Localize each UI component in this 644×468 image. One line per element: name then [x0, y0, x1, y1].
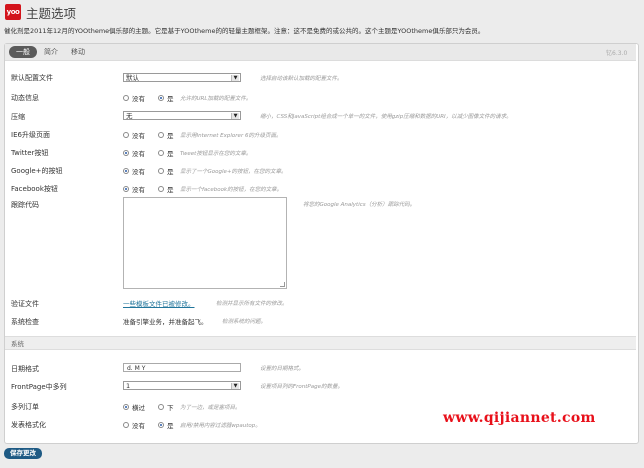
verify-files-help: 检测并显示所有文件的修改。	[216, 301, 288, 307]
facebook-button-label: Facebook按钮	[11, 185, 58, 193]
compression-help: 缩小，CSS和JavaScript组合成一个单一的文件，使用gzip压缩和数据的…	[260, 114, 512, 120]
dynamic-style-options: 没有 是	[123, 93, 174, 103]
frontpage-columns-label: FrontPage中多列	[11, 383, 67, 391]
googleplus-button-label: Google+的按钮	[11, 167, 63, 175]
post-format-label: 发表格式化	[11, 421, 46, 429]
facebook-yes-label: 是	[167, 186, 174, 194]
post-format-yes-radio[interactable]	[158, 422, 164, 428]
intro-text: 催化剂是2011年12月的YOOtheme俱乐部的主题。它是基于YOOtheme…	[4, 27, 485, 35]
date-format-help: 设置的日期格式。	[260, 366, 305, 372]
compression-value: 无	[126, 112, 133, 120]
default-profile-select[interactable]: 默认 ▼	[123, 73, 241, 82]
googleplus-button-options: 没有 是	[123, 166, 174, 176]
facebook-yes-radio[interactable]	[158, 186, 164, 192]
googleplus-button-help: 显示了一个Google+的按钮，在您的文章。	[180, 169, 287, 175]
dynamic-style-yes-radio[interactable]	[158, 95, 164, 101]
dynamic-style-no-radio[interactable]	[123, 95, 129, 101]
order-down-label: 下	[167, 404, 174, 412]
default-profile-help: 选择启动该默认加载的配置文件。	[260, 76, 343, 82]
site-watermark: www.qijiannet.com	[443, 410, 596, 426]
frontpage-columns-select[interactable]: 1 ▼	[123, 381, 241, 390]
tab-general[interactable]: 一般	[9, 46, 37, 58]
facebook-button-options: 没有 是	[123, 184, 174, 194]
system-check-label: 系统检查	[11, 318, 39, 326]
compression-select[interactable]: 无 ▼	[123, 111, 241, 120]
order-down-radio[interactable]	[158, 404, 164, 410]
system-section-label: 系统	[11, 340, 24, 348]
dynamic-style-yes-label: 是	[167, 95, 174, 103]
post-format-no-label: 没有	[132, 422, 145, 430]
ie6-page-no-label: 没有	[132, 132, 145, 140]
googleplus-no-label: 没有	[132, 168, 145, 176]
chevron-down-icon: ▼	[231, 75, 239, 81]
page-title: 主题选项	[26, 6, 77, 21]
frontpage-columns-help: 设置项目列的FrontPage的数量。	[260, 384, 343, 390]
save-changes-button[interactable]: 保存更改	[4, 448, 42, 459]
chevron-down-icon: ▼	[231, 383, 239, 389]
tab-profiles[interactable]: 简介	[37, 46, 65, 58]
frontpage-columns-value: 1	[126, 382, 131, 390]
ie6-page-no-radio[interactable]	[123, 132, 129, 138]
twitter-no-radio[interactable]	[123, 150, 129, 156]
logo: yoo	[5, 4, 21, 20]
facebook-no-radio[interactable]	[123, 186, 129, 192]
ie6-page-options: 没有 是	[123, 130, 174, 140]
tracking-code-textarea[interactable]	[123, 197, 287, 289]
system-section-bar	[5, 336, 636, 350]
twitter-yes-radio[interactable]	[158, 150, 164, 156]
system-check-help: 检测系统的问题。	[222, 319, 267, 325]
facebook-button-help: 显示一个facebook的按钮，在您的文章。	[180, 187, 283, 193]
googleplus-yes-radio[interactable]	[158, 168, 164, 174]
ie6-page-help: 显示用Internet Explorer 6的升级页面。	[180, 133, 282, 139]
multiple-order-options: 横过 下	[123, 402, 174, 412]
googleplus-no-radio[interactable]	[123, 168, 129, 174]
ie6-page-yes-label: 是	[167, 132, 174, 140]
default-profile-label: 默认配置文件	[11, 74, 53, 82]
dynamic-style-label: 动态信息	[11, 94, 39, 102]
twitter-yes-label: 是	[167, 150, 174, 158]
twitter-button-label: Twitter按钮	[11, 149, 49, 157]
multiple-order-label: 多列订单	[11, 403, 39, 411]
googleplus-yes-label: 是	[167, 168, 174, 176]
dynamic-style-help: 允许的URL加载的配置文件。	[180, 96, 252, 102]
date-format-label: 日期格式	[11, 365, 39, 373]
twitter-button-options: 没有 是	[123, 148, 174, 158]
verify-files-label: 验证文件	[11, 300, 39, 308]
default-profile-value: 默认	[126, 74, 139, 82]
ie6-page-label: IE6升级页面	[11, 131, 50, 139]
compression-label: 压缩	[11, 113, 25, 121]
version-label: 钇6.3.0	[606, 50, 628, 57]
chevron-down-icon: ▼	[231, 113, 239, 119]
multiple-order-help: 为了一边，或是塞项目。	[180, 405, 241, 411]
tab-mobile[interactable]: 移动	[64, 46, 92, 58]
post-format-help: 启用/禁用内容过滤器wpautop。	[180, 423, 261, 429]
twitter-no-label: 没有	[132, 150, 145, 158]
post-format-no-radio[interactable]	[123, 422, 129, 428]
tracking-code-help: 将您的Google Analytics（分析）跟踪代码。	[303, 202, 416, 208]
tab-bar	[5, 44, 636, 61]
post-format-options: 没有 是	[123, 420, 174, 430]
facebook-no-label: 没有	[132, 186, 145, 194]
order-across-label: 横过	[132, 404, 145, 412]
date-format-input[interactable]: d. M Y	[123, 363, 241, 372]
dynamic-style-no-label: 没有	[132, 95, 145, 103]
twitter-button-help: Tweet按钮显示在您的文章。	[180, 151, 252, 157]
tracking-code-label: 跟踪代码	[11, 201, 39, 209]
system-check-value: 准备引擎业务，并准备起飞。	[123, 318, 208, 326]
modified-files-link[interactable]: 一些模板文件已被修改。	[123, 298, 195, 308]
post-format-yes-label: 是	[167, 422, 174, 430]
order-across-radio[interactable]	[123, 404, 129, 410]
ie6-page-yes-radio[interactable]	[158, 132, 164, 138]
